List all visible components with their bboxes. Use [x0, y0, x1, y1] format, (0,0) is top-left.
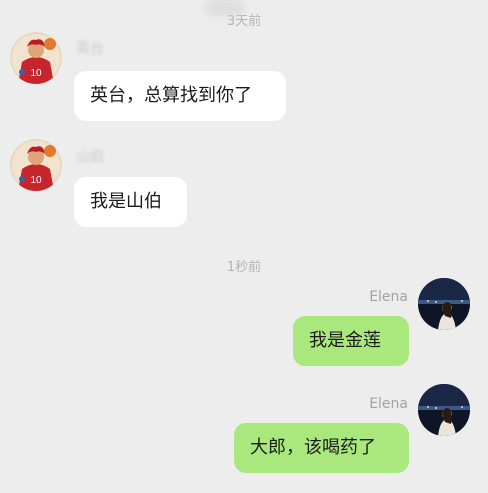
sender-name-2: 山伯: [76, 149, 104, 165]
timestamp-middle: 1秒前: [226, 260, 262, 275]
chat-window: 3天前 10 英台 英台，总算找到你了 10 山伯 我是山伯 1秒前 Elena…: [0, 0, 488, 493]
sender-name-1: 英台: [76, 41, 104, 57]
avatar-elena-2[interactable]: [418, 384, 470, 436]
message-bubble-4[interactable]: 大郎，该喝药了: [234, 423, 409, 473]
night-sea-portrait-avatar-icon: [418, 384, 470, 436]
avatar-sender-2[interactable]: 10: [10, 139, 62, 191]
message-bubble-3[interactable]: 我是金莲: [293, 316, 409, 366]
svg-text:10: 10: [30, 175, 42, 186]
night-sea-portrait-avatar-icon: [418, 278, 470, 330]
basketball-player-avatar-icon: 10: [10, 139, 62, 191]
message-bubble-1[interactable]: 英台，总算找到你了: [74, 71, 286, 121]
avatar-elena-1[interactable]: [418, 278, 470, 330]
avatar-sender-1[interactable]: 10: [10, 32, 62, 84]
svg-text:10: 10: [30, 68, 42, 79]
message-bubble-2[interactable]: 我是山伯: [74, 177, 187, 227]
sender-name-3: Elena: [369, 289, 408, 305]
basketball-player-avatar-icon: 10: [10, 32, 62, 84]
sender-name-4: Elena: [369, 396, 408, 412]
timestamp-top: 3天前: [226, 14, 262, 29]
sticker-fragment: [205, 0, 245, 16]
